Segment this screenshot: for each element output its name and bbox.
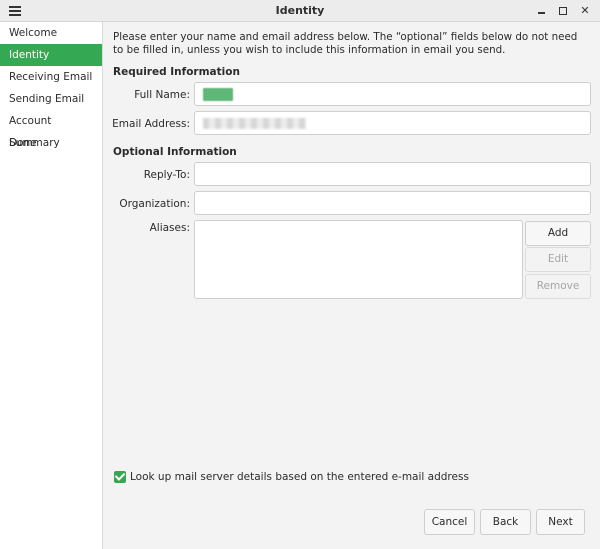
intro-text: Please enter your name and email address… — [113, 31, 578, 56]
edit-alias-button[interactable]: Edit — [525, 247, 591, 272]
back-button[interactable]: Back — [480, 509, 531, 535]
close-icon[interactable]: ✕ — [577, 3, 593, 19]
window-title: Identity — [275, 4, 325, 17]
sidebar-item-receiving-email[interactable]: Receiving Email — [0, 66, 102, 88]
full-name-input[interactable] — [194, 82, 591, 106]
lookup-checkbox[interactable] — [114, 471, 126, 483]
assistant-sidebar: Welcome Identity Receiving Email Sending… — [0, 22, 103, 549]
optional-section-title: Optional Information — [113, 146, 237, 158]
next-button[interactable]: Next — [536, 509, 585, 535]
remove-alias-button[interactable]: Remove — [525, 274, 591, 299]
add-alias-button[interactable]: Add — [525, 221, 591, 246]
lookup-checkbox-label[interactable]: Look up mail server details based on the… — [130, 471, 469, 483]
title-bar: Identity ✕ — [0, 0, 600, 22]
email-address-input[interactable] — [194, 111, 591, 135]
maximize-icon[interactable] — [555, 3, 571, 19]
redacted-email — [203, 118, 306, 129]
reply-to-label: Reply-To: — [143, 169, 190, 181]
redacted-name — [203, 88, 233, 101]
sidebar-item-welcome[interactable]: Welcome — [0, 22, 102, 44]
organization-input[interactable] — [194, 191, 591, 215]
sidebar-item-account-summary[interactable]: Account Summary — [0, 110, 102, 149]
aliases-list[interactable] — [194, 220, 523, 299]
aliases-label: Aliases: — [149, 222, 190, 234]
organization-label: Organization: — [119, 198, 190, 210]
full-name-label: Full Name: — [134, 89, 190, 101]
sidebar-item-identity[interactable]: Identity — [0, 44, 102, 66]
required-section-title: Required Information — [113, 66, 240, 78]
email-address-label: Email Address: — [112, 118, 190, 130]
sidebar-item-sending-email[interactable]: Sending Email — [0, 88, 102, 110]
cancel-button[interactable]: Cancel — [424, 509, 475, 535]
reply-to-input[interactable] — [194, 162, 591, 186]
minimize-icon[interactable] — [534, 3, 550, 19]
